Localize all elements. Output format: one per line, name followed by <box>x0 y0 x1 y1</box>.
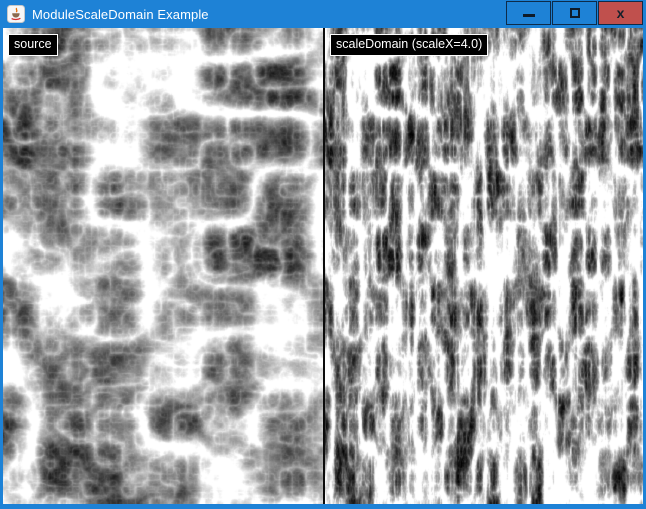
window-controls: x <box>506 1 643 25</box>
close-icon: x <box>617 6 625 20</box>
minimize-button[interactable] <box>506 1 551 25</box>
minimize-icon <box>523 14 535 17</box>
panel-scaledomain: scaleDomain (scaleX=4.0) <box>325 28 643 504</box>
source-label: source <box>8 34 58 56</box>
app-window: ModuleScaleDomain Example x source scale… <box>0 0 646 509</box>
window-title: ModuleScaleDomain Example <box>32 7 209 22</box>
panel-source: source <box>3 28 323 504</box>
scaledomain-noise-image <box>325 28 643 504</box>
maximize-icon <box>570 8 580 18</box>
scaledomain-label: scaleDomain (scaleX=4.0) <box>330 34 488 56</box>
titlebar[interactable]: ModuleScaleDomain Example x <box>0 0 646 28</box>
java-cup-icon <box>7 5 25 23</box>
content-area: source scaleDomain (scaleX=4.0) <box>3 28 643 504</box>
close-button[interactable]: x <box>598 1 643 25</box>
source-noise-image <box>3 28 323 504</box>
maximize-button[interactable] <box>552 1 597 25</box>
